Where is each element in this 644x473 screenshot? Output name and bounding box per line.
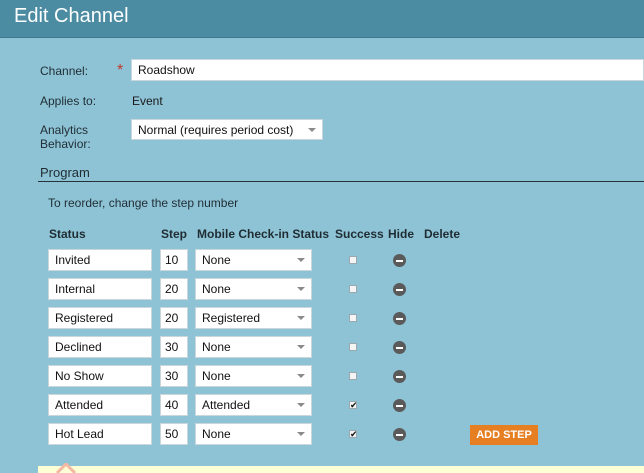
chevron-down-icon bbox=[297, 287, 305, 291]
success-checkbox[interactable] bbox=[349, 256, 357, 264]
chevron-down-icon bbox=[297, 258, 305, 262]
analytics-behavior-select[interactable]: Normal (requires period cost) bbox=[131, 119, 323, 140]
mobile-check-in-status-select[interactable]: None bbox=[195, 365, 312, 387]
footer-logo-icon bbox=[56, 463, 76, 473]
column-header-status: Status bbox=[49, 227, 86, 241]
status-input-value: Hot Lead bbox=[55, 427, 104, 441]
program-section-title: Program bbox=[40, 165, 90, 180]
chevron-down-icon bbox=[297, 345, 305, 349]
mobile-check-in-status-select[interactable]: None bbox=[195, 423, 312, 445]
column-header-success: Success bbox=[335, 227, 384, 241]
step-number-value: 50 bbox=[165, 427, 179, 441]
status-input-value: No Show bbox=[55, 369, 104, 383]
status-input[interactable]: Hot Lead bbox=[48, 423, 152, 445]
add-step-button[interactable]: ADD STEP bbox=[470, 425, 538, 445]
mobile-check-in-status-value: None bbox=[202, 282, 231, 296]
mobile-check-in-status-select[interactable]: None bbox=[195, 336, 312, 358]
status-input[interactable]: Attended bbox=[48, 394, 152, 416]
mobile-check-in-status-value: None bbox=[202, 369, 231, 383]
column-header-step: Step bbox=[161, 227, 188, 241]
chevron-down-icon bbox=[297, 403, 305, 407]
status-input[interactable]: Declined bbox=[48, 336, 152, 358]
title-bar: Edit Channel bbox=[0, 0, 644, 38]
status-input[interactable]: Internal bbox=[48, 278, 152, 300]
status-input-value: Invited bbox=[55, 253, 91, 267]
step-number-value: 10 bbox=[165, 253, 179, 267]
mobile-check-in-status-value: Registered bbox=[202, 311, 261, 325]
step-number-input[interactable]: 20 bbox=[160, 278, 188, 300]
step-number-value: 40 bbox=[165, 398, 179, 412]
window-title: Edit Channel bbox=[14, 5, 129, 27]
mobile-check-in-status-select[interactable]: Registered bbox=[195, 307, 312, 329]
step-number-value: 20 bbox=[165, 311, 179, 325]
required-asterisk: * bbox=[117, 62, 124, 79]
mobile-check-in-status-value: None bbox=[202, 340, 231, 354]
status-input-value: Internal bbox=[55, 282, 96, 296]
reorder-hint: To reorder, change the step number bbox=[48, 196, 239, 210]
hide-minus-circle-icon[interactable] bbox=[393, 428, 406, 441]
success-checkbox[interactable] bbox=[349, 285, 357, 293]
mobile-check-in-status-select[interactable]: Attended bbox=[195, 394, 312, 416]
status-input-value: Registered bbox=[55, 311, 114, 325]
step-number-value: 30 bbox=[165, 340, 179, 354]
step-number-value: 30 bbox=[165, 369, 179, 383]
mobile-check-in-status-value: None bbox=[202, 427, 231, 441]
status-input[interactable]: Invited bbox=[48, 249, 152, 271]
footer-banner bbox=[38, 466, 644, 473]
applies-to-value: Event bbox=[132, 94, 163, 108]
mobile-check-in-status-value: Attended bbox=[202, 398, 251, 412]
channel-label: Channel: bbox=[40, 64, 89, 78]
step-number-value: 20 bbox=[165, 282, 179, 296]
step-number-input[interactable]: 40 bbox=[160, 394, 188, 416]
status-input[interactable]: No Show bbox=[48, 365, 152, 387]
column-header-delete: Delete bbox=[424, 227, 461, 241]
step-number-input[interactable]: 20 bbox=[160, 307, 188, 329]
success-checkbox[interactable] bbox=[349, 314, 357, 322]
chevron-down-icon bbox=[308, 127, 316, 132]
success-checkbox[interactable] bbox=[349, 372, 357, 380]
chevron-down-icon bbox=[297, 374, 305, 378]
hide-minus-circle-icon[interactable] bbox=[393, 283, 406, 296]
channel-input-value: Roadshow bbox=[138, 63, 195, 77]
status-input-value: Declined bbox=[55, 340, 102, 354]
analytics-behavior-label-line1: Analytics bbox=[40, 123, 89, 137]
step-number-input[interactable]: 30 bbox=[160, 365, 188, 387]
column-header-mobile-check-in-status: Mobile Check-in Status bbox=[197, 227, 330, 241]
hide-minus-circle-icon[interactable] bbox=[393, 341, 406, 354]
success-checkbox[interactable]: ✔ bbox=[349, 401, 357, 409]
program-section-divider bbox=[38, 181, 644, 182]
success-checkbox[interactable]: ✔ bbox=[349, 430, 357, 438]
step-number-input[interactable]: 50 bbox=[160, 423, 188, 445]
step-number-input[interactable]: 10 bbox=[160, 249, 188, 271]
hide-minus-circle-icon[interactable] bbox=[393, 254, 406, 267]
success-checkbox[interactable] bbox=[349, 343, 357, 351]
chevron-down-icon bbox=[297, 316, 305, 320]
mobile-check-in-status-select[interactable]: None bbox=[195, 278, 312, 300]
hide-minus-circle-icon[interactable] bbox=[393, 399, 406, 412]
channel-input[interactable]: Roadshow bbox=[131, 59, 644, 81]
status-input-value: Attended bbox=[55, 398, 104, 412]
analytics-behavior-label-line2: Behavior: bbox=[40, 137, 91, 151]
status-input[interactable]: Registered bbox=[48, 307, 152, 329]
mobile-check-in-status-value: None bbox=[202, 253, 231, 267]
mobile-check-in-status-select[interactable]: None bbox=[195, 249, 312, 271]
column-header-hide: Hide bbox=[388, 227, 415, 241]
analytics-behavior-value: Normal (requires period cost) bbox=[138, 122, 294, 137]
hide-minus-circle-icon[interactable] bbox=[393, 370, 406, 383]
step-number-input[interactable]: 30 bbox=[160, 336, 188, 358]
chevron-down-icon bbox=[297, 432, 305, 436]
hide-minus-circle-icon[interactable] bbox=[393, 312, 406, 325]
applies-to-label: Applies to: bbox=[40, 94, 97, 108]
